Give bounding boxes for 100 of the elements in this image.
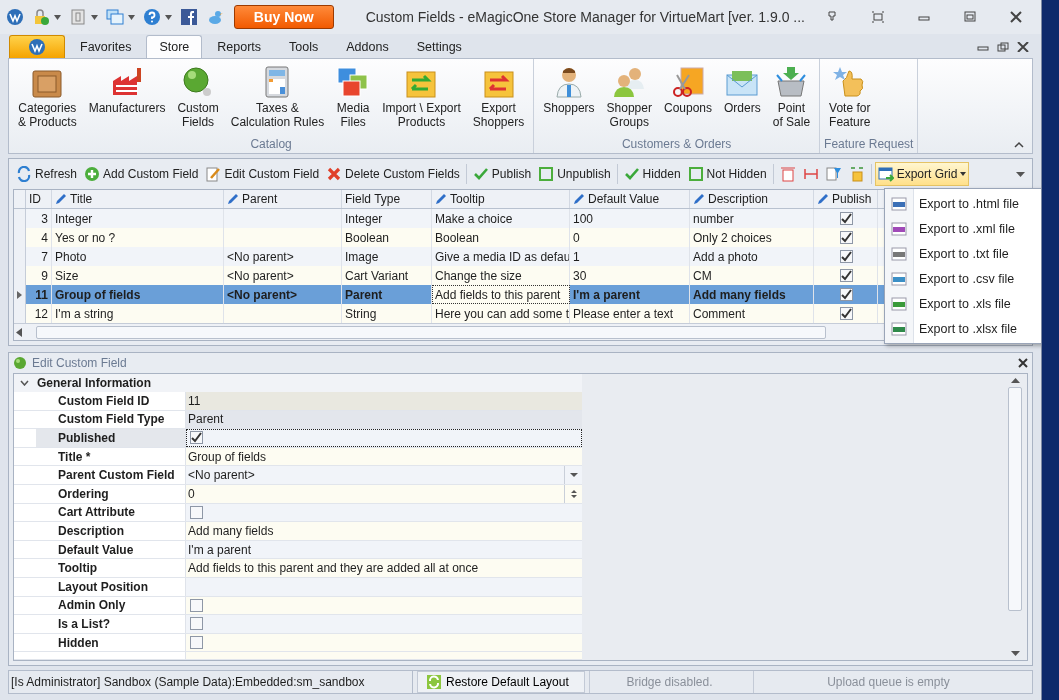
- app-menu-button[interactable]: [9, 35, 65, 58]
- ribbon-button[interactable]: Shopper Groups: [601, 63, 657, 137]
- checkbox[interactable]: [190, 431, 203, 445]
- scroll-left-icon[interactable]: [16, 327, 22, 337]
- facebook-icon[interactable]: [180, 8, 198, 26]
- app-logo-icon[interactable]: [6, 8, 24, 26]
- ribbon-tab[interactable]: Favorites: [67, 35, 145, 58]
- column-header-label: Parent: [242, 192, 278, 206]
- toolbar-button[interactable]: Not Hidden: [684, 162, 770, 186]
- toolbar-button[interactable]: Publish: [469, 162, 535, 186]
- checkbox[interactable]: [840, 269, 853, 282]
- scroll-down-icon[interactable]: [1010, 651, 1020, 656]
- column-header[interactable]: Description: [690, 190, 814, 208]
- ribbon-tab[interactable]: Addons: [333, 35, 402, 58]
- export-grid-button[interactable]: Export Grid: [874, 162, 970, 186]
- file-icon: [891, 221, 907, 236]
- ribbon-button[interactable]: Manufacturers: [83, 63, 171, 137]
- column-header[interactable]: ID: [26, 190, 52, 208]
- property-value[interactable]: Add many fields: [186, 522, 582, 540]
- caret-icon[interactable]: [91, 14, 98, 20]
- column-header[interactable]: Default Value: [570, 190, 690, 208]
- column-header[interactable]: Publish: [814, 190, 878, 208]
- ribbon-button[interactable]: Taxes & Calculation Rules: [225, 63, 330, 137]
- ribbon-button[interactable]: Categories & Products: [13, 63, 82, 137]
- scroll-up-icon[interactable]: [1010, 378, 1020, 383]
- column-header-label: Field Type: [345, 192, 401, 206]
- restore-icon[interactable]: [997, 42, 1009, 52]
- maximize-icon[interactable]: [963, 11, 977, 23]
- close-icon[interactable]: [1018, 358, 1028, 368]
- section-title: General Information: [37, 376, 152, 390]
- caret-icon[interactable]: [165, 14, 172, 20]
- basket-icon: [774, 65, 809, 99]
- column-header-label: ID: [29, 192, 41, 206]
- toolbar-button[interactable]: Refresh: [13, 162, 81, 186]
- expand-caret-icon[interactable]: [20, 380, 29, 386]
- checkbox[interactable]: [840, 212, 853, 225]
- ribbon-tab[interactable]: Settings: [403, 35, 475, 58]
- close-icon[interactable]: [1009, 11, 1023, 23]
- ribbon-button[interactable]: Vote for Feature: [824, 63, 876, 137]
- column-header[interactable]: Parent: [224, 190, 342, 208]
- checkbox[interactable]: [840, 307, 853, 320]
- toolbar-button[interactable]: Edit Custom Field: [202, 162, 323, 186]
- property-value[interactable]: <No parent>: [186, 466, 582, 484]
- column-header[interactable]: Tooltip: [432, 190, 570, 208]
- ribbon-button[interactable]: Coupons: [658, 63, 717, 137]
- check-icon: [472, 166, 489, 182]
- lock-icon[interactable]: [32, 8, 50, 26]
- ribbon-button[interactable]: Media Files: [331, 63, 376, 137]
- check-icon: [623, 166, 640, 182]
- scrollbar-thumb[interactable]: [36, 325, 826, 339]
- file-icon: [891, 321, 907, 336]
- toolbar-button[interactable]: Add Custom Field: [81, 162, 202, 186]
- column-header[interactable]: Field Type: [342, 190, 432, 208]
- ribbon-button[interactable]: Custom Fields: [172, 63, 224, 137]
- ribbon-button[interactable]: Point of Sale: [767, 63, 816, 137]
- caret-icon[interactable]: [54, 14, 61, 20]
- checkbox[interactable]: [190, 598, 203, 612]
- restore-layout-button[interactable]: Restore Default Layout: [417, 671, 585, 693]
- ribbon-tab[interactable]: Tools: [276, 35, 332, 58]
- file-icon: [891, 296, 907, 311]
- checkbox[interactable]: [840, 250, 853, 263]
- column-header-label: Publish: [832, 192, 872, 206]
- caret-icon[interactable]: [128, 14, 135, 20]
- filter-list-icon: [825, 166, 842, 182]
- group-label: Customers & Orders: [620, 137, 733, 153]
- pencil-icon: [573, 193, 585, 205]
- checkbox[interactable]: [190, 617, 203, 631]
- scrollbar-thumb[interactable]: [1008, 387, 1022, 611]
- pin-icon[interactable]: [825, 11, 839, 23]
- ribbon-tab[interactable]: Reports: [204, 35, 275, 58]
- close-icon[interactable]: [1017, 42, 1029, 52]
- checkbox[interactable]: [190, 636, 203, 649]
- collapse-icon[interactable]: [1014, 141, 1024, 148]
- file-icon: [891, 246, 907, 261]
- layout-icon: [848, 166, 865, 182]
- checkbox[interactable]: [190, 505, 203, 519]
- column-width-icon: [779, 166, 796, 182]
- column-header[interactable]: Title: [52, 190, 224, 208]
- fullscreen-icon[interactable]: [871, 11, 885, 23]
- file-icon: [891, 196, 907, 211]
- pencil-icon: [693, 193, 705, 205]
- toolbar-button[interactable]: Unpublish: [535, 162, 614, 186]
- checkbox[interactable]: [840, 288, 853, 301]
- property-value[interactable]: Add fields to this parent and they are added all at once: [186, 559, 582, 577]
- checkbox[interactable]: [840, 231, 853, 244]
- pencil-icon: [55, 193, 67, 205]
- bird-icon[interactable]: [206, 8, 224, 26]
- windows-icon[interactable]: [106, 8, 124, 26]
- toolbar-button[interactable]: Delete Custom Fields: [323, 162, 463, 186]
- ribbon-button[interactable]: Shoppers: [538, 63, 600, 137]
- ribbon-button[interactable]: Import \ Export Products: [377, 63, 466, 137]
- toolbar-button[interactable]: Hidden: [620, 162, 684, 186]
- ribbon-tab[interactable]: Store: [146, 35, 203, 58]
- pencil-icon: [817, 193, 829, 205]
- ribbon-button[interactable]: Orders: [719, 63, 766, 137]
- ribbon-button[interactable]: Export Shoppers: [467, 63, 530, 137]
- row-pointer-icon: [17, 290, 22, 299]
- property-label: Published: [36, 429, 186, 447]
- help-icon[interactable]: [143, 8, 161, 26]
- property-value[interactable]: [186, 429, 582, 447]
